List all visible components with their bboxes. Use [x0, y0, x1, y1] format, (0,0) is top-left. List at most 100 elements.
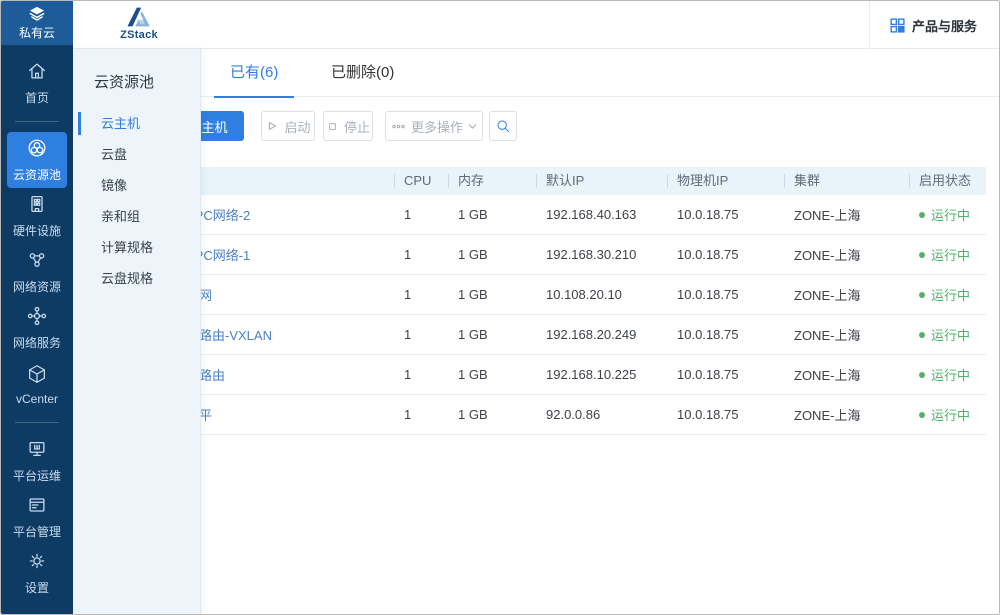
products-services-label: 产品与服务 — [912, 16, 977, 35]
stop-button[interactable]: 停止 — [323, 111, 373, 141]
status-dot-icon — [919, 412, 925, 418]
stop-icon — [326, 120, 339, 133]
sidebar-item-hardware[interactable]: 硬件设施 — [7, 188, 67, 244]
cell-cpu: 1 — [394, 287, 448, 302]
submenu-item-4[interactable]: 计算规格 — [73, 232, 200, 263]
cloud-pool-icon — [26, 137, 48, 162]
private-cloud-switcher[interactable]: 私有云 — [1, 1, 73, 45]
cell-memory: 1 GB — [448, 207, 536, 222]
status-text: 运行中 — [931, 245, 970, 264]
status-dot-icon — [919, 372, 925, 378]
flyout-menu: 云主机云盘镜像亲和组计算规格云盘规格 — [73, 108, 200, 294]
cell-host_ip: 10.0.18.75 — [667, 327, 784, 342]
sidebar-item-platform-management[interactable]: 平台管理 — [7, 489, 67, 545]
submenu-item-0[interactable]: 云主机 — [73, 108, 200, 139]
cell-cluster: ZONE-上海 — [784, 365, 909, 384]
sidebar-item-label: 硬件设施 — [13, 222, 61, 239]
tab-deleted[interactable]: 已删除(0) — [315, 49, 410, 97]
cell-cluster: ZONE-上海 — [784, 285, 909, 304]
table-row: 公网11 GB10.108.20.1010.0.18.75ZONE-上海运行中 — [151, 275, 986, 315]
sidebar-item-label: 网络服务 — [13, 334, 61, 351]
sidebar-item-vcenter[interactable]: vCenter — [7, 356, 67, 412]
flyout-title: 云资源池 — [94, 71, 200, 92]
column-header-1: CPU — [394, 167, 448, 195]
toolbar: 创建云主机 启动 停止 更多操作 — [73, 97, 999, 167]
platform-management-icon — [26, 494, 48, 519]
cell-cpu: 1 — [394, 207, 448, 222]
sidebar-item-label: 云资源池 — [13, 166, 61, 183]
cell-cluster: ZONE-上海 — [784, 205, 909, 224]
cell-cluster: ZONE-上海 — [784, 325, 909, 344]
cell-cpu: 1 — [394, 367, 448, 382]
cell-cluster: ZONE-上海 — [784, 245, 909, 264]
column-header-6: 启用状态 — [909, 167, 986, 195]
start-button[interactable]: 启动 — [261, 111, 315, 141]
status-dot-icon — [919, 292, 925, 298]
submenu-item-2[interactable]: 镜像 — [73, 170, 200, 201]
search-icon — [495, 118, 511, 134]
status-text: 运行中 — [931, 405, 970, 424]
status-badge: 运行中 — [909, 205, 986, 224]
sidebar-divider — [15, 121, 59, 122]
vm-table: CPU内存默认IP物理机IP集群启用状态 VPC网络-211 GB192.168… — [151, 167, 986, 435]
sidebar-item-home[interactable]: 首页 — [7, 55, 67, 111]
status-text: 运行中 — [931, 285, 970, 304]
more-actions-label: 更多操作 — [411, 117, 463, 136]
cell-cpu: 1 — [394, 247, 448, 262]
home-icon — [26, 60, 48, 85]
network-service-icon — [26, 305, 48, 330]
cell-host_ip: 10.0.18.75 — [667, 247, 784, 262]
sidebar-item-network-service[interactable]: 网络服务 — [7, 300, 67, 356]
cell-cpu: 1 — [394, 407, 448, 422]
sidebar-item-ops-monitor[interactable]: 平台运维 — [7, 433, 67, 489]
status-dot-icon — [919, 332, 925, 338]
table-row: 云路由-VXLAN11 GB192.168.20.24910.0.18.75ZO… — [151, 315, 986, 355]
sidebar-item-network-resource[interactable]: 网络资源 — [7, 244, 67, 300]
cell-default_ip: 192.168.30.210 — [536, 247, 667, 262]
tab-bar: 已有(6) 已删除(0) — [73, 49, 999, 97]
primary-sidebar: 私有云 首页云资源池硬件设施网络资源网络服务 vCenter 平台运维平台管理设置 — [1, 1, 73, 614]
play-icon — [265, 119, 279, 133]
products-services-button[interactable]: 产品与服务 — [869, 1, 999, 49]
status-dot-icon — [919, 252, 925, 258]
cell-host_ip: 10.0.18.75 — [667, 207, 784, 222]
vcenter-icon — [26, 363, 48, 388]
sidebar-divider — [15, 422, 59, 423]
status-text: 运行中 — [931, 365, 970, 384]
cell-cpu: 1 — [394, 327, 448, 342]
column-header-5: 集群 — [784, 167, 909, 195]
status-text: 运行中 — [931, 325, 970, 344]
sidebar-item-label: 首页 — [25, 89, 49, 106]
table-row: 云路由11 GB192.168.10.22510.0.18.75ZONE-上海运… — [151, 355, 986, 395]
table-row: VPC网络-211 GB192.168.40.16310.0.18.75ZONE… — [151, 195, 986, 235]
search-button[interactable] — [489, 111, 517, 141]
more-dots-icon — [391, 119, 406, 134]
zstack-logo-text: ZStack — [107, 29, 171, 41]
table-row: VPC网络-111 GB192.168.30.21010.0.18.75ZONE… — [151, 235, 986, 275]
zstack-logo[interactable]: ZStack — [107, 5, 171, 41]
stack-icon — [26, 6, 48, 22]
more-actions-button[interactable]: 更多操作 — [385, 111, 483, 141]
resource-pool-flyout: 云资源池 云主机云盘镜像亲和组计算规格云盘规格 — [73, 49, 201, 614]
column-header-4: 物理机IP — [667, 167, 784, 195]
submenu-item-1[interactable]: 云盘 — [73, 139, 200, 170]
tab-existing[interactable]: 已有(6) — [214, 49, 294, 97]
stop-label: 停止 — [344, 117, 370, 136]
cell-host_ip: 10.0.18.75 — [667, 367, 784, 382]
status-badge: 运行中 — [909, 405, 986, 424]
cell-default_ip: 192.168.20.249 — [536, 327, 667, 342]
cell-memory: 1 GB — [448, 367, 536, 382]
cell-cluster: ZONE-上海 — [784, 405, 909, 424]
table-row: 扁平11 GB92.0.0.8610.0.18.75ZONE-上海运行中 — [151, 395, 986, 435]
status-text: 运行中 — [931, 205, 970, 224]
sidebar-item-gear[interactable]: 设置 — [7, 545, 67, 601]
private-cloud-label: 私有云 — [19, 24, 55, 41]
start-label: 启动 — [284, 117, 310, 136]
submenu-item-3[interactable]: 亲和组 — [73, 201, 200, 232]
cell-host_ip: 10.0.18.75 — [667, 407, 784, 422]
submenu-item-5[interactable]: 云盘规格 — [73, 263, 200, 294]
zstack-logo-icon — [126, 5, 152, 29]
status-badge: 运行中 — [909, 365, 986, 384]
cell-host_ip: 10.0.18.75 — [667, 287, 784, 302]
sidebar-item-cloud-pool[interactable]: 云资源池 — [7, 132, 67, 188]
